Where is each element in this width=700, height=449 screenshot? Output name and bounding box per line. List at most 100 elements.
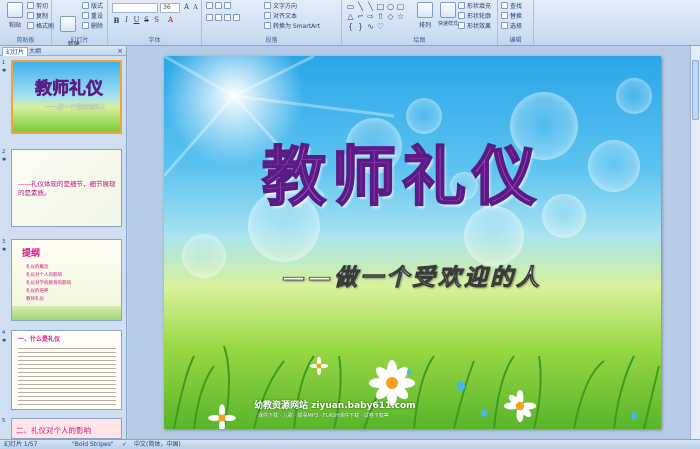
smartart-button[interactable]: 转换为 SmartArt [264,22,320,31]
shape-effects-button[interactable]: 形状效果 [458,22,491,31]
spell-check-icon[interactable]: ✓ [122,440,127,449]
editing-group-label: 编辑 [509,37,522,44]
text-shadow-button[interactable]: S [152,16,161,25]
tab-outline[interactable]: 大纲 [26,47,44,56]
replace-button[interactable]: 替换 [501,12,522,21]
rounded-rect-shape-icon[interactable]: ▢ [396,2,405,11]
drawing-group-label: 绘图 [413,37,426,44]
grass-blades [173,345,660,429]
shrink-font-button[interactable]: A [191,3,200,12]
layout-button[interactable]: 版式 [82,2,103,11]
select-button[interactable]: 选择 [501,22,522,31]
thumbnail-subtitle: ——做一个受欢迎的人 [45,104,106,111]
binoculars-icon [501,2,508,9]
delete-icon [82,22,89,29]
thumbnail-text: ——礼仪体现的是细节，细节展现的是素质。 [18,180,116,197]
text-direction-button[interactable]: 文字方向 [264,2,297,11]
slide-title[interactable]: 教师礼仪 [261,126,542,218]
thumbnail-item: 教师礼仪 [26,297,44,302]
arrange-button[interactable]: 排列 [412,2,438,34]
align-text-button[interactable]: 对齐文本 [264,12,297,21]
language[interactable]: 中文(简体，中国) [134,440,181,449]
thumbnail-title: 提纲 [22,249,41,259]
font-color-button[interactable]: A [166,16,175,25]
slide-thumbnail[interactable]: ——礼仪体现的是细节，细节展现的是素质。 [11,149,122,227]
star-shape-icon[interactable]: ☆ [396,12,405,21]
format-painter-button[interactable]: 格式刷 [27,22,54,31]
slide-background-art [164,56,660,429]
grow-font-button[interactable]: A [182,3,191,12]
find-button[interactable]: 查找 [501,2,522,11]
slide-subtitle[interactable]: ——做一个受欢迎的人 [282,258,542,292]
ribbon: 粘贴 剪切 复制 格式刷 剪贴板 新建 幻灯片 版式 重设 删除 幻灯片 36 … [0,0,700,55]
vertical-scrollbar[interactable] [690,46,700,439]
copy-button[interactable]: 复制 [27,12,48,21]
shapes-gallery[interactable]: ▭ ╲ ╲ □ ○ ▢ △ ⌐ ⇨ ⇧ ◇ ☆ { } ∿ ♡ [346,2,408,32]
paste-button[interactable]: 粘贴 [2,2,28,34]
reset-button[interactable]: 重设 [82,12,103,21]
bullets-button[interactable] [206,2,233,11]
slide-number: 3 [2,239,6,245]
italic-button[interactable]: I [122,16,131,25]
scrollbar-thumb[interactable] [692,60,699,120]
paragraph-group-label: 段落 [265,37,278,44]
paste-icon [7,2,23,18]
daisy-flower [503,389,537,423]
clipboard-group-label: 剪贴板 [16,37,35,44]
new-slide-button[interactable]: 新建 幻灯片 [55,2,81,55]
reset-icon [82,12,89,19]
curve-shape-icon[interactable]: ∿ [366,22,375,31]
rectangle-shape-icon[interactable]: ▭ [346,2,355,11]
paragraph-group: 文字方向 对齐文本 转换为 SmartArt 段落 [202,0,342,45]
slide-thumbnail[interactable]: 二、礼仪对个人的影响 [11,418,122,439]
font-group: 36 A A B I U S S A 字体 [108,0,202,45]
heart-shape-icon[interactable]: ♡ [376,22,385,31]
slide-editing-area: 教师礼仪 ——做一个受欢迎的人 幼教资源网站 ziyuan.baby611.co… [128,46,700,439]
shape-fill-button[interactable]: 形状填充 [458,2,491,11]
daisy-flower [208,404,236,429]
slide-canvas[interactable]: 教师礼仪 ——做一个受欢迎的人 幼教资源网站 ziyuan.baby611.co… [164,56,661,429]
thumbnail-item: 礼仪的培养 [26,289,49,294]
scissors-icon [27,2,34,9]
triangle-shape-icon[interactable]: △ [346,12,355,21]
quick-styles-button[interactable]: 快速样式 [438,2,458,34]
replace-icon [501,12,508,19]
thumbnail-item: 礼仪的概念 [26,265,49,270]
bold-button[interactable]: B [112,16,121,25]
line-shape-icon[interactable]: ╲ [356,2,365,11]
brace-shape-icon[interactable]: { [346,22,355,31]
delete-slide-button[interactable]: 删除 [82,22,103,31]
tab-slides[interactable]: 幻灯片 [2,47,29,56]
shape-outline-button[interactable]: 形状轮廓 [458,12,491,21]
rectangle-shape-icon[interactable]: □ [376,2,385,11]
align-left-icon [206,14,213,21]
font-name-combo[interactable] [112,3,158,13]
thumbnail-item: 礼仪对学校教育的影响 [26,281,71,286]
bullets-icon [206,2,213,9]
up-arrow-shape-icon[interactable]: ⇧ [376,12,385,21]
slide-thumbnail[interactable]: 提纲 礼仪的概念 礼仪对个人的影响 礼仪对学校教育的影响 礼仪的培养 教师礼仪 [11,239,122,321]
align-buttons[interactable] [206,14,242,23]
arrange-icon [417,2,433,18]
underline-button[interactable]: U [132,16,141,25]
close-pane-icon[interactable]: × [117,46,123,56]
numbering-icon [215,2,222,9]
diamond-shape-icon[interactable]: ◇ [386,12,395,21]
oval-shape-icon[interactable]: ○ [386,2,395,11]
slide-thumbnail[interactable]: 教师礼仪 ——做一个受欢迎的人 [11,60,122,134]
font-size-combo[interactable]: 36 [160,3,180,13]
font-group-label: 字体 [148,37,161,44]
slide-thumbnail[interactable]: 一、什么是礼仪 [11,330,122,410]
brace-shape-icon[interactable]: } [356,22,365,31]
line-shape-icon[interactable]: ╲ [366,2,375,11]
corner-shape-icon[interactable]: ⌐ [356,12,365,21]
cut-button[interactable]: 剪切 [27,2,48,11]
strikethrough-button[interactable]: S [142,16,151,25]
slide-number: 1 [2,60,6,66]
thumbnail-title: 教师礼仪 [35,79,104,100]
slide-count: 幻灯片 1/57 [4,441,38,448]
right-arrow-shape-icon[interactable]: ⇨ [366,12,375,21]
animation-star-icon: ✱ [2,338,7,344]
editing-group: 查找 替换 选择 编辑 [498,0,534,45]
slides-group-label: 幻灯片 [70,37,89,44]
